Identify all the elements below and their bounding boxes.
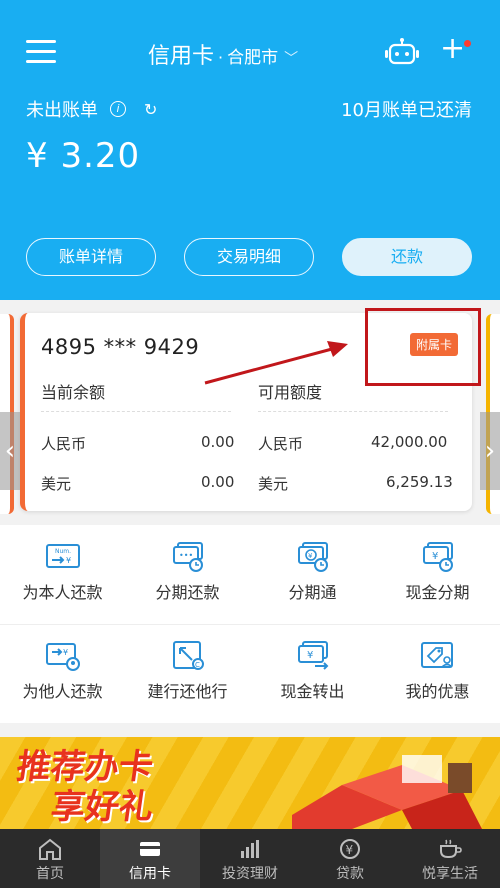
lifestyle-icon [440, 839, 462, 858]
self-repay-icon: Num. ¥ [45, 544, 80, 568]
svg-text:Num.: Num. [55, 548, 71, 555]
promo-banner[interactable]: 推荐办卡 享好礼 [0, 737, 500, 829]
service-label: 建行还他行 [147, 682, 228, 701]
cash-transfer-icon: ¥ [297, 641, 328, 670]
credit-value-usd: 6,259.13 [386, 473, 453, 491]
repaid-status: 10月账单已还清 [341, 100, 472, 121]
tab-label: 信用卡 [129, 866, 171, 882]
investment-icon [241, 840, 259, 858]
service-cash-transfer[interactable]: ¥ 现金转出 [250, 624, 375, 723]
credit-value-cny: 42,000.00 [371, 433, 448, 451]
tab-loan[interactable]: ¥ 贷款 [300, 829, 400, 888]
page-title: 信用卡 [148, 44, 215, 69]
others-repay-icon: ¥ [45, 643, 80, 671]
city-label: 合肥市 [227, 48, 279, 68]
service-label: 为他人还款 [22, 682, 103, 701]
divider [41, 411, 231, 412]
credit-currency-cny: 人民币 [258, 435, 304, 453]
tab-credit-card[interactable]: 信用卡 [100, 829, 200, 888]
robot-assistant-icon[interactable] [384, 38, 420, 66]
svg-text:¥: ¥ [307, 650, 313, 661]
chevron-down-icon: ﹀ [284, 51, 299, 67]
svg-text:¥: ¥ [66, 556, 71, 565]
svg-text:C: C [195, 661, 200, 669]
annotation-highlight-box [365, 308, 481, 386]
unbilled-label: 未出账单 [26, 100, 98, 121]
service-label: 现金分期 [405, 583, 470, 602]
banner-line-2: 享好礼 [48, 787, 156, 827]
tab-home[interactable]: 首页 [0, 829, 100, 888]
info-icon[interactable]: i [110, 101, 126, 117]
repay-button[interactable]: 还款 [342, 238, 472, 276]
banner-illustration [292, 755, 482, 829]
service-self-repay[interactable]: Num. ¥ 为本人还款 [0, 525, 125, 624]
available-credit-label: 可用额度 [258, 383, 323, 402]
cash-installment-icon: ¥ [422, 542, 453, 572]
tab-label: 贷款 [336, 866, 364, 882]
bottom-tab-bar: 首页 信用卡 投资理财 ¥ 贷款 悦享生活 [0, 829, 500, 888]
ccb-repay-other-bank-icon: C [172, 641, 204, 670]
loan-icon: ¥ [340, 839, 360, 859]
balance-value-cny: 0.00 [201, 433, 235, 451]
tab-lifestyle[interactable]: 悦享生活 [400, 829, 500, 888]
service-ccb-repay-other-bank[interactable]: C 建行还他行 [125, 624, 250, 723]
card-number: 4895 *** 9429 [41, 335, 200, 359]
service-installment-repay[interactable]: ••• 分期还款 [125, 525, 250, 624]
title-dot: · [218, 48, 224, 67]
service-label: 分期还款 [155, 583, 220, 602]
tab-investment[interactable]: 投资理财 [200, 829, 300, 888]
tab-label: 首页 [36, 866, 64, 882]
service-label: 我的优惠 [405, 682, 470, 701]
banner-headline: 推荐办卡 享好礼 [8, 747, 161, 827]
service-cash-installment[interactable]: ¥ 现金分期 [375, 525, 500, 624]
installment-pass-icon: ¥ [297, 542, 328, 572]
my-offers-icon [420, 642, 453, 668]
divider [258, 411, 448, 412]
svg-text:¥: ¥ [63, 648, 68, 657]
banner-line-1: 推荐办卡 [14, 747, 156, 787]
svg-text:¥: ¥ [346, 843, 354, 857]
unbilled-row: 未出账单 i ↻ [26, 96, 157, 122]
credit-currency-usd: 美元 [258, 475, 289, 493]
service-my-offers[interactable]: 我的优惠 [375, 624, 500, 723]
bill-details-button[interactable]: 账单详情 [26, 238, 156, 276]
svg-text:¥: ¥ [308, 552, 313, 560]
menu-icon[interactable] [26, 40, 56, 64]
service-grid: Num. ¥ 为本人还款 ••• 分期还款 ¥ 分期通 ¥ 现金分期 ¥ 为他人… [0, 525, 500, 723]
balance-currency-cny: 人民币 [41, 435, 87, 453]
unbilled-amount: ¥ 3.20 [26, 136, 141, 176]
refresh-icon[interactable]: ↻ [144, 100, 157, 119]
current-balance-label: 当前余额 [41, 383, 106, 402]
home-icon [39, 838, 61, 860]
service-installment-pass[interactable]: ¥ 分期通 [250, 525, 375, 624]
header: 信用卡 · 合肥市 ﹀ + 未出账单 i ↻ 10月账单已还清 ¥ 3.20 账… [0, 0, 500, 300]
tab-label: 悦享生活 [422, 866, 478, 882]
notification-dot [464, 40, 471, 47]
service-label: 现金转出 [280, 682, 345, 701]
svg-text:¥: ¥ [432, 551, 438, 562]
tab-label: 投资理财 [222, 866, 278, 882]
balance-currency-usd: 美元 [41, 475, 72, 493]
carousel-next-arrow[interactable]: › [480, 412, 500, 490]
service-label: 为本人还款 [22, 583, 103, 602]
transaction-details-button[interactable]: 交易明细 [184, 238, 314, 276]
title-selector[interactable]: 信用卡 · 合肥市 ﹀ [148, 38, 298, 70]
carousel-prev-arrow[interactable]: ‹ [0, 412, 20, 490]
credit-card-icon [140, 842, 160, 856]
service-others-repay[interactable]: ¥ 为他人还款 [0, 624, 125, 723]
service-label: 分期通 [288, 583, 337, 602]
plus-icon[interactable]: + [440, 34, 466, 64]
svg-text:•••: ••• [179, 551, 193, 560]
installment-repay-icon: ••• [172, 542, 203, 572]
balance-value-usd: 0.00 [201, 473, 235, 491]
